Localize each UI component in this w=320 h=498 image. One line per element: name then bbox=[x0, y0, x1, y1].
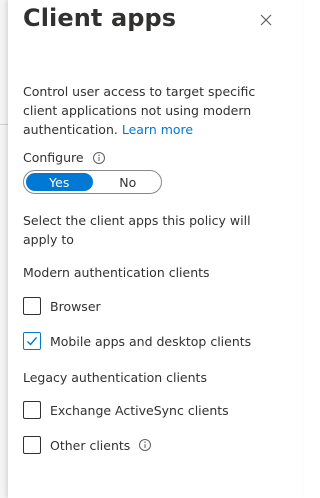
panel-description: Control user access to target specific c… bbox=[23, 82, 293, 139]
configure-toggle[interactable]: Yes No bbox=[23, 170, 162, 194]
close-button[interactable] bbox=[258, 12, 274, 28]
modern-auth-heading: Modern authentication clients bbox=[23, 265, 210, 280]
configure-label: Configure bbox=[23, 150, 106, 165]
checkbox-box-checked[interactable] bbox=[23, 332, 41, 350]
configure-label-text: Configure bbox=[23, 150, 84, 165]
checkbox-label-with-info: Other clients bbox=[50, 438, 152, 453]
select-prompt: Select the client apps this policy will … bbox=[23, 213, 251, 247]
checkbox-label: Mobile apps and desktop clients bbox=[50, 333, 252, 349]
checkbox-box[interactable] bbox=[23, 401, 41, 419]
background-blade-edge bbox=[0, 0, 8, 498]
checkbox-label: Browser bbox=[50, 298, 101, 314]
checkbox-other-clients[interactable]: Other clients bbox=[23, 436, 152, 454]
checkbox-box[interactable] bbox=[23, 297, 41, 315]
info-icon[interactable] bbox=[138, 438, 152, 452]
background-divider bbox=[0, 124, 8, 125]
checkbox-browser[interactable]: Browser bbox=[23, 297, 101, 315]
checkbox-label-text: Other clients bbox=[50, 437, 131, 453]
learn-more-link[interactable]: Learn more bbox=[122, 122, 193, 137]
checkmark-icon bbox=[27, 337, 38, 346]
panel-title: Client apps bbox=[23, 4, 177, 32]
checkbox-exchange-activesync[interactable]: Exchange ActiveSync clients bbox=[23, 401, 229, 419]
close-icon bbox=[260, 14, 272, 26]
client-apps-panel: Client apps Control user access to targe… bbox=[8, 0, 302, 498]
legacy-auth-heading: Legacy authentication clients bbox=[23, 370, 207, 385]
info-icon[interactable] bbox=[92, 151, 106, 165]
toggle-no[interactable]: No bbox=[95, 171, 162, 193]
checkbox-box[interactable] bbox=[23, 436, 41, 454]
toggle-yes[interactable]: Yes bbox=[26, 173, 93, 191]
checkbox-mobile-desktop[interactable]: Mobile apps and desktop clients bbox=[23, 332, 251, 350]
checkbox-label: Exchange ActiveSync clients bbox=[50, 402, 229, 418]
